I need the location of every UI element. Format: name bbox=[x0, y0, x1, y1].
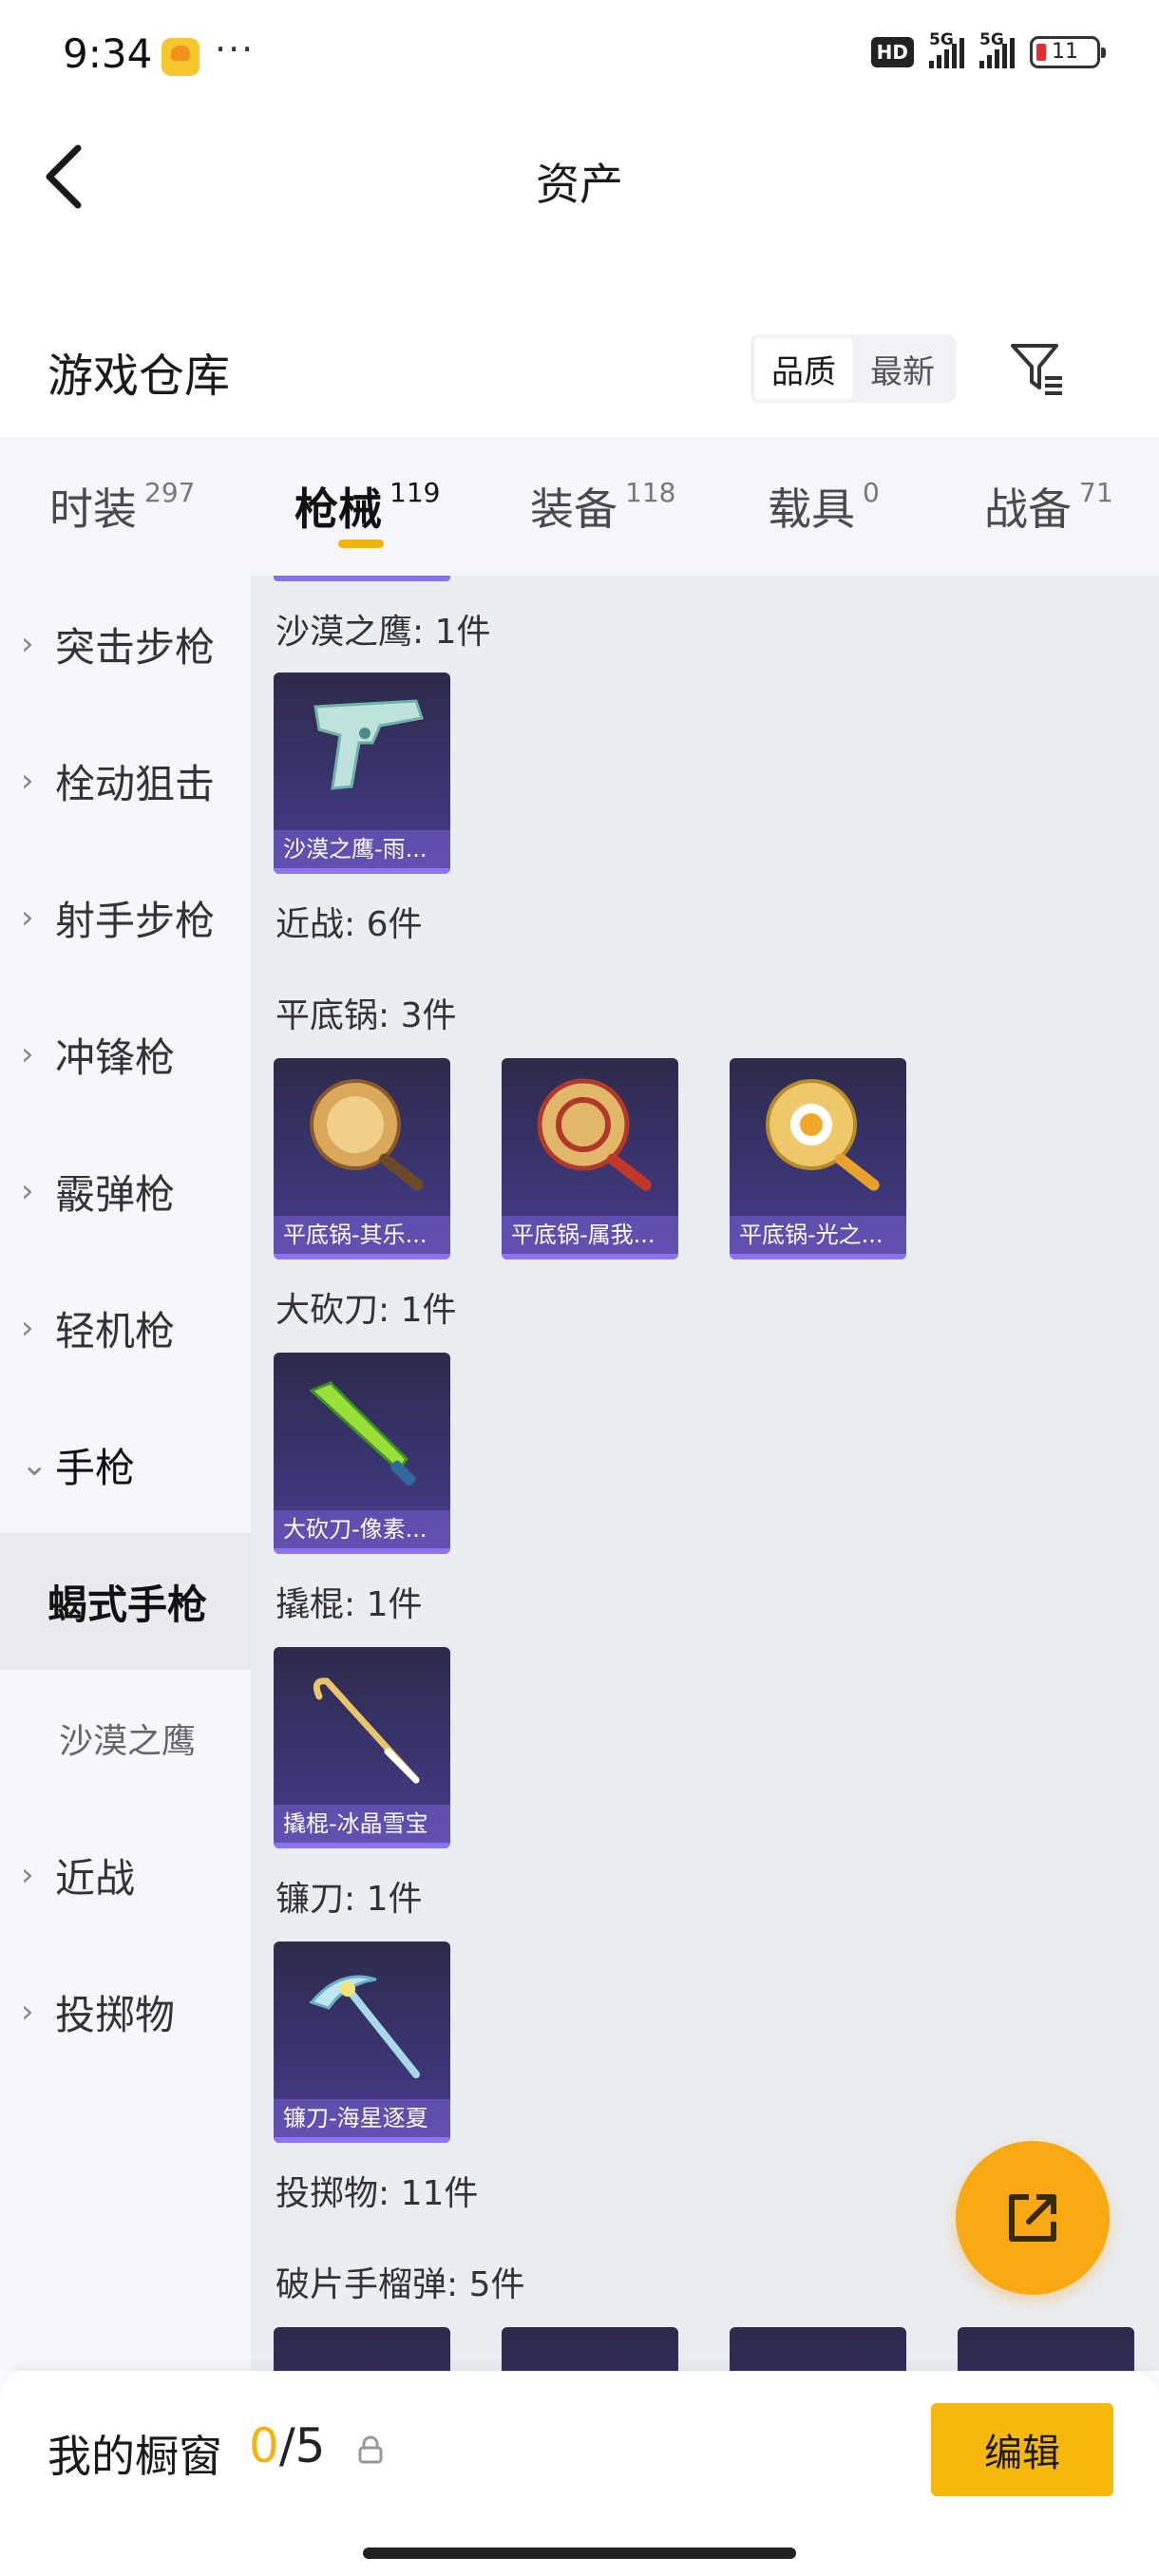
section-label: 撬棍: 1件 bbox=[276, 1585, 423, 1624]
filter-button[interactable] bbox=[1007, 338, 1068, 399]
pan-icon bbox=[766, 1079, 880, 1191]
chevron-right-icon: › bbox=[21, 899, 34, 937]
sickle-icon bbox=[309, 1975, 420, 2078]
page-title: 资产 bbox=[536, 159, 623, 210]
share-fab[interactable] bbox=[956, 2141, 1110, 2295]
sidebar-item-marksman-rifle[interactable]: › 射手步枪 bbox=[0, 849, 251, 986]
status-bar: 9:34 ··· HD 5G 5G 11 bbox=[0, 0, 1159, 114]
share-icon bbox=[1009, 2194, 1056, 2242]
category-tabs: 时装 297 枪械 119 装备 118 载具 0 战备 71 bbox=[0, 437, 1159, 576]
sidebar-item-desert-eagle[interactable]: 沙漠之鹰 bbox=[0, 1670, 251, 1807]
chevron-right-icon: › bbox=[21, 1856, 34, 1894]
item-card-partial[interactable] bbox=[274, 2327, 450, 2371]
chevron-right-icon: › bbox=[21, 1172, 34, 1210]
sort-toggle: 品质 最新 bbox=[750, 334, 956, 403]
filter-icon bbox=[1011, 344, 1062, 395]
sidebar-item-pistol[interactable]: ⌄ 手枪 bbox=[0, 1396, 251, 1533]
item-card[interactable]: 平底锅-光之... bbox=[730, 1058, 906, 1260]
sort-by-quality[interactable]: 品质 bbox=[754, 338, 853, 399]
edit-button[interactable]: 编辑 bbox=[931, 2403, 1113, 2496]
chevron-right-icon: › bbox=[21, 1309, 34, 1347]
pan-icon bbox=[310, 1079, 424, 1191]
showcase-label: 我的橱窗 bbox=[48, 2431, 222, 2482]
sidebar-item-melee[interactable]: › 近战 bbox=[0, 1807, 251, 1943]
item-card[interactable]: 镰刀-海星逐夏 bbox=[274, 1941, 450, 2143]
chevron-right-icon: › bbox=[21, 1035, 34, 1073]
section-label: 大砍刀: 1件 bbox=[276, 1291, 457, 1330]
item-card-partial[interactable] bbox=[502, 2327, 678, 2371]
sidebar-item-smg[interactable]: › 冲锋枪 bbox=[0, 986, 251, 1123]
section-label: 沙漠之鹰: 1件 bbox=[276, 613, 491, 652]
sort-by-newest[interactable]: 最新 bbox=[853, 338, 952, 399]
chevron-down-icon: ⌄ bbox=[21, 1446, 48, 1484]
tab-firearms[interactable]: 枪械 119 bbox=[294, 437, 440, 576]
tab-equipment[interactable]: 装备 118 bbox=[530, 437, 675, 576]
active-tab-indicator bbox=[338, 540, 384, 548]
showcase-bar: 我的橱窗 0/5 编辑 bbox=[0, 2371, 1159, 2576]
section-label: 投掷物: 11件 bbox=[276, 2174, 479, 2213]
previous-card-edge bbox=[274, 576, 450, 581]
sidebar-item-lmg[interactable]: › 轻机枪 bbox=[0, 1260, 251, 1396]
crowbar-icon bbox=[313, 1677, 420, 1784]
status-indicators: HD 5G 5G 11 bbox=[870, 30, 1106, 68]
item-card[interactable]: 沙漠之鹰-雨... bbox=[274, 672, 450, 874]
warehouse-title: 游戏仓库 bbox=[48, 350, 231, 403]
sidebar-item-assault-rifle[interactable]: › 突击步枪 bbox=[0, 576, 251, 712]
battery-icon: 11 bbox=[1030, 36, 1106, 68]
desert-eagle-icon bbox=[314, 699, 424, 790]
signal-icon: 5G bbox=[979, 30, 1015, 68]
status-time: 9:34 bbox=[63, 30, 153, 77]
pan-icon bbox=[537, 1078, 652, 1191]
chevron-right-icon: › bbox=[21, 625, 34, 663]
item-card[interactable]: 平底锅-其乐... bbox=[274, 1058, 450, 1260]
section-label: 近战: 6件 bbox=[276, 905, 423, 944]
sidebar-item-scorpion-pistol[interactable]: 蝎式手枪 bbox=[0, 1533, 251, 1670]
item-card[interactable]: 撬棍-冰晶雪宝 bbox=[274, 1647, 450, 1848]
tab-vehicles[interactable]: 载具 0 bbox=[768, 437, 880, 576]
sidebar-item-throwables[interactable]: › 投掷物 bbox=[0, 1943, 251, 2080]
hd-icon: HD bbox=[870, 37, 914, 67]
item-card[interactable]: 大砍刀-像素... bbox=[274, 1353, 450, 1554]
sidebar-item-shotgun[interactable]: › 霰弹枪 bbox=[0, 1123, 251, 1260]
lock-icon bbox=[358, 2435, 383, 2464]
tab-supplies[interactable]: 战备 71 bbox=[984, 437, 1113, 576]
more-notifications-icon: ··· bbox=[215, 28, 256, 70]
app-notification-icon bbox=[162, 38, 200, 76]
weapon-list: 沙漠之鹰: 1件 沙漠之鹰-雨... 近战: 6件 平底锅: 3件 平底锅-其乐… bbox=[251, 576, 1159, 2371]
home-indicator[interactable] bbox=[363, 2548, 796, 2559]
section-label: 镰刀: 1件 bbox=[276, 1880, 423, 1919]
section-label: 平底锅: 3件 bbox=[276, 996, 457, 1035]
item-card-partial[interactable] bbox=[958, 2327, 1134, 2371]
chevron-right-icon: › bbox=[21, 1993, 34, 2031]
signal-icon: 5G bbox=[929, 30, 964, 68]
item-card[interactable]: 平底锅-属我... bbox=[502, 1058, 678, 1260]
chevron-right-icon: › bbox=[21, 762, 34, 800]
item-card-partial[interactable] bbox=[730, 2327, 906, 2371]
sidebar-item-bolt-sniper[interactable]: › 栓动狙击 bbox=[0, 712, 251, 849]
tab-costume[interactable]: 时装 297 bbox=[49, 437, 195, 576]
showcase-count: 0/5 bbox=[249, 2418, 326, 2473]
weapon-category-sidebar: › 突击步枪 › 栓动狙击 › 射手步枪 › 冲锋枪 › 霰弹枪 › 轻机枪 ⌄… bbox=[0, 576, 251, 2371]
machete-icon bbox=[309, 1381, 416, 1487]
section-label: 破片手榴弹: 5件 bbox=[276, 2265, 525, 2304]
